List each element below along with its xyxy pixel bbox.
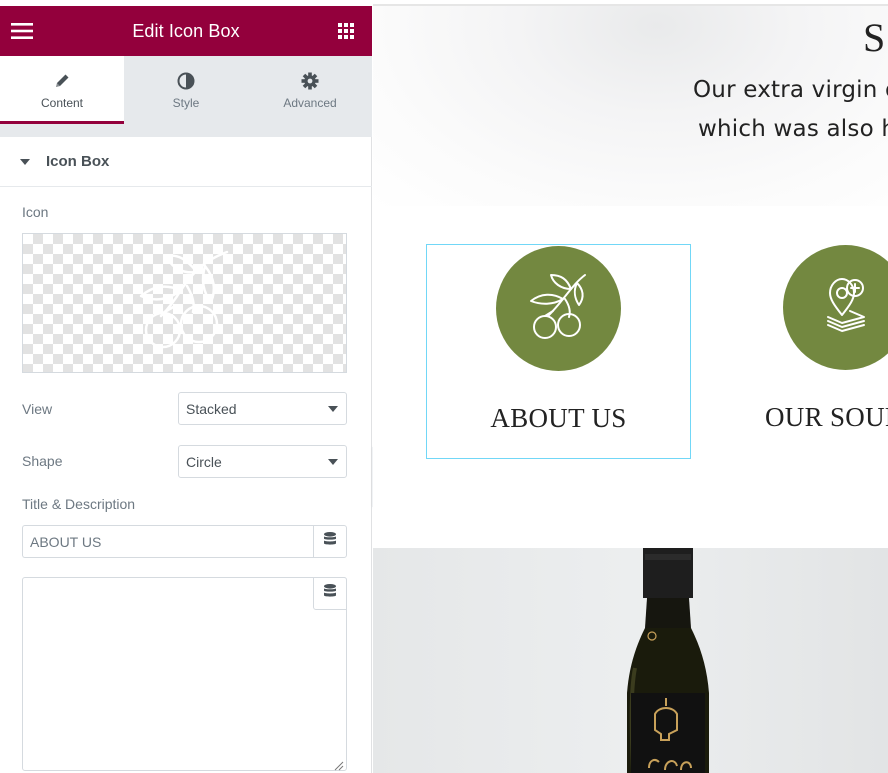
tab-content[interactable]: Content <box>0 56 124 124</box>
dynamic-tags-button[interactable] <box>313 577 347 610</box>
grid-icon[interactable] <box>324 6 368 56</box>
location-pin-leaf-icon <box>824 277 868 338</box>
title-input[interactable] <box>22 525 313 558</box>
panel-tabs: Content Style Advanced <box>0 56 372 124</box>
dynamic-tags-button[interactable] <box>313 525 347 558</box>
hamburger-icon[interactable] <box>0 6 44 56</box>
icon-box-our-source[interactable]: OUR SOUR <box>713 244 888 459</box>
section-title: Icon Box <box>46 153 110 170</box>
hero-text-line[interactable]: Our extra virgin o <box>693 77 888 103</box>
tab-style[interactable]: Style <box>124 56 248 124</box>
olive-oil-bottle-photo <box>373 548 888 773</box>
icon-control-label: Icon <box>22 204 49 220</box>
tab-advanced[interactable]: Advanced <box>248 56 372 124</box>
resize-grip-icon[interactable] <box>334 758 344 771</box>
section-divider <box>0 124 372 137</box>
view-select[interactable]: Stacked <box>178 392 347 425</box>
olive-branch-icon <box>527 271 591 346</box>
icon-picker-preview[interactable] <box>22 233 347 373</box>
gear-icon <box>301 70 319 92</box>
view-control-label: View <box>22 401 53 417</box>
database-icon <box>324 584 336 603</box>
icon-box-title: OUR SOUR <box>765 402 888 432</box>
description-textarea[interactable] <box>22 577 347 771</box>
editor-panel: Edit Icon Box Content Style Advanced Ico… <box>0 0 372 773</box>
half-circle-icon <box>177 70 195 92</box>
panel-title: Edit Icon Box <box>132 20 240 41</box>
icon-circle <box>496 246 621 371</box>
view-select-value: Stacked <box>186 400 237 417</box>
title-description-label: Title & Description <box>22 496 136 512</box>
icon-box-about-us[interactable]: ABOUT US <box>426 244 691 459</box>
database-icon <box>324 532 336 551</box>
olive-branch-icon <box>135 246 235 361</box>
icon-circle <box>783 245 888 370</box>
shape-select[interactable]: Circle <box>178 445 347 478</box>
pencil-icon <box>53 70 71 92</box>
section-header-icon-box[interactable]: Icon Box <box>0 137 372 187</box>
caret-down-icon <box>20 158 30 165</box>
chevron-down-icon <box>328 459 338 465</box>
icon-box-title: ABOUT US <box>490 403 627 433</box>
hero-heading[interactable]: S <box>863 14 885 61</box>
hero-text-line[interactable]: which was also h <box>698 116 888 142</box>
chevron-down-icon <box>328 406 338 412</box>
tab-label: Advanced <box>283 96 337 110</box>
tab-label: Content <box>40 96 84 110</box>
hero-background <box>373 6 888 206</box>
page-preview: S Our extra virgin o which was also h AB… <box>373 0 888 773</box>
panel-header: Edit Icon Box <box>0 6 372 56</box>
shape-select-value: Circle <box>186 453 222 470</box>
tab-label: Style <box>172 96 200 110</box>
shape-control-label: Shape <box>22 453 63 469</box>
